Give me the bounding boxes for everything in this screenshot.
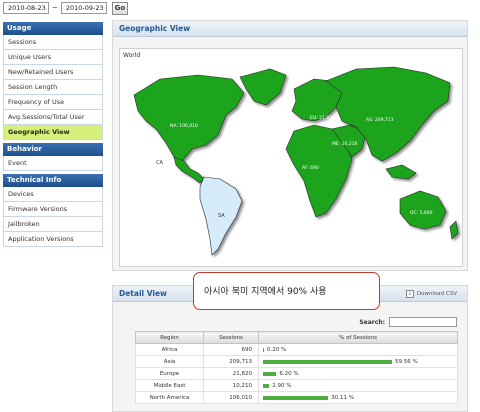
table-row: North America 106,010 30.11 % — [135, 391, 458, 404]
world-map: World NA: 106,010 CA SA EU: 21,820 ME: 1… — [119, 48, 463, 267]
cell-sessions: 10,210 — [203, 379, 259, 392]
sidebar-item[interactable]: Devices — [3, 187, 103, 202]
sidebar-item[interactable]: Jailbroken — [3, 217, 103, 232]
cell-sessions: 106,010 — [203, 391, 259, 404]
map-label-middle-east: ME: 10,210 — [332, 141, 358, 147]
detail-table: Region Sessions % of Sessions Africa 690 0… — [135, 331, 458, 404]
cell-region: Europe — [135, 367, 204, 380]
sidebar-section-title: Behavior — [3, 143, 103, 156]
percent-bar-wrap: 30.11 % — [263, 395, 457, 401]
map-label-central-america: CA — [156, 160, 163, 166]
cell-percent-sessions: 59.56 % — [258, 355, 458, 368]
column-header-sessions[interactable]: Sessions — [203, 331, 259, 344]
map-label-south-america: SA — [218, 213, 225, 219]
sidebar-item[interactable]: Geographic View — [3, 125, 103, 140]
percent-label: 0.20 % — [267, 346, 287, 353]
cell-region: Asia — [135, 355, 204, 368]
download-csv-label: Download CSV — [416, 291, 457, 297]
cell-region: Africa — [135, 343, 204, 356]
region-oceania[interactable] — [399, 190, 447, 230]
percent-bar-wrap: 0.20 % — [263, 347, 457, 353]
column-header-percent-sessions[interactable]: % of Sessions — [258, 331, 458, 344]
date-range-separator: ~ — [52, 4, 58, 12]
percent-bar — [263, 359, 393, 364]
sidebar-item[interactable]: Event — [3, 156, 103, 171]
map-world-label: World — [123, 52, 140, 59]
sidebar-section-title: Technical Info — [3, 174, 103, 187]
sidebar-item[interactable]: Firmware Versions — [3, 202, 103, 217]
download-icon: ↓ — [405, 290, 414, 298]
sidebar-item[interactable]: Application Versions — [3, 232, 103, 247]
sidebar-section: Usage Sessions Unique Users New/Retained Us… — [3, 22, 103, 140]
region-north-america[interactable] — [133, 74, 245, 162]
map-label-africa: AF: 690 — [302, 165, 319, 171]
percent-bar — [263, 383, 270, 388]
sidebar-item[interactable]: Avg.Sessions/Total User — [3, 110, 103, 125]
sidebar-item[interactable]: Sessions — [3, 35, 103, 50]
sidebar-item[interactable]: Session Length — [3, 80, 103, 95]
map-label-europe: EU: 21,820 — [310, 115, 335, 121]
percent-bar — [263, 371, 277, 376]
search-input[interactable] — [389, 317, 457, 327]
end-date-input[interactable]: 2010-09-23 — [60, 2, 107, 14]
sidebar-item[interactable]: New/Retained Users — [3, 65, 103, 80]
region-asia-islands[interactable] — [385, 164, 417, 180]
table-header-row: Region Sessions % of Sessions — [135, 331, 458, 344]
search-label: Search: — [359, 318, 385, 326]
table-row: Asia 209,713 59.56 % — [135, 355, 458, 368]
percent-label: 6.20 % — [279, 370, 299, 377]
table-row: Africa 690 0.20 % — [135, 343, 458, 356]
table-row: Middle East 10,210 2.90 % — [135, 379, 458, 392]
percent-label: 2.90 % — [272, 382, 292, 389]
region-central-america[interactable] — [173, 156, 205, 184]
cell-sessions: 690 — [203, 343, 259, 356]
map-label-north-america: NA: 106,010 — [170, 123, 198, 129]
percent-bar — [263, 395, 329, 400]
sidebar-section-title: Usage — [3, 22, 103, 35]
sidebar-item[interactable]: Frequency of Use — [3, 95, 103, 110]
cell-percent-sessions: 2.90 % — [258, 379, 458, 392]
search-row: Search: — [359, 317, 457, 327]
go-button[interactable]: Go — [111, 1, 128, 15]
start-date-input[interactable]: 2010-08-23 — [3, 2, 49, 14]
column-header-region[interactable]: Region — [135, 331, 204, 344]
map-label-asia: AS: 209,713 — [366, 117, 394, 123]
download-csv-link[interactable]: ↓ Download CSV — [405, 286, 457, 302]
annotation-callout: 아시아 북미 지역에서 90% 사용 — [193, 272, 380, 310]
sidebar-section: Behavior Event — [3, 143, 103, 171]
geographic-view-title: Geographic View — [113, 21, 467, 37]
date-range-bar: 2010-08-23 ~ 2010-09-23 Go — [3, 1, 128, 15]
percent-label: 59.56 % — [395, 358, 418, 365]
sidebar: Usage Sessions Unique Users New/Retained Us… — [3, 22, 103, 250]
cell-percent-sessions: 6.20 % — [258, 367, 458, 380]
percent-bar-wrap: 6.20 % — [263, 371, 457, 377]
percent-bar-wrap: 59.56 % — [263, 359, 457, 365]
sidebar-item[interactable]: Unique Users — [3, 50, 103, 65]
percent-bar-wrap: 2.90 % — [263, 383, 457, 389]
detail-view-title: Detail View — [119, 289, 167, 298]
cell-sessions: 209,713 — [203, 355, 259, 368]
percent-bar — [263, 347, 264, 352]
table-row: Europe 21,820 6.20 % — [135, 367, 458, 380]
cell-sessions: 21,820 — [203, 367, 259, 380]
region-new-zealand[interactable] — [449, 220, 459, 240]
cell-region: Middle East — [135, 379, 204, 392]
cell-percent-sessions: 30.11 % — [258, 391, 458, 404]
map-label-oceania: OC: 5,660 — [410, 210, 433, 216]
cell-region: North America — [135, 391, 204, 404]
cell-percent-sessions: 0.20 % — [258, 343, 458, 356]
world-map-canvas: World NA: 106,010 CA SA EU: 21,820 ME: 1… — [123, 52, 459, 256]
percent-label: 30.11 % — [331, 394, 354, 401]
sidebar-section: Technical Info Devices Firmware Versions Ja… — [3, 174, 103, 247]
region-greenland[interactable] — [239, 68, 287, 106]
geographic-view-panel: Geographic View World NA: 106,010 CA SA … — [112, 20, 468, 271]
